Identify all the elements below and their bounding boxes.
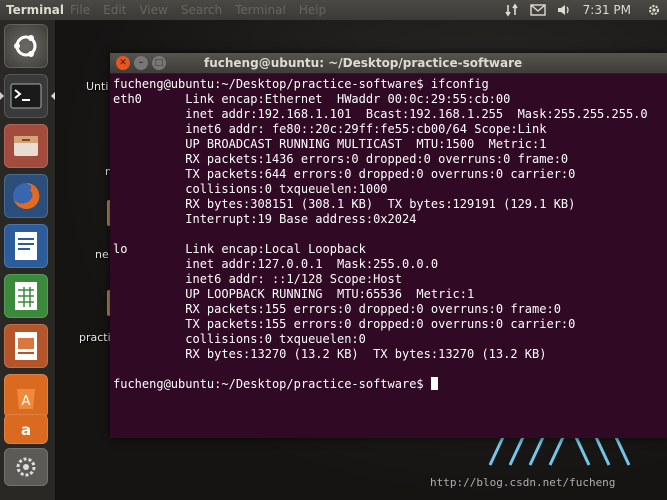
indicator-area: 7:31 PM: [499, 0, 667, 20]
terminal-line: lo Link encap:Local Loopback: [113, 242, 366, 256]
menu-file[interactable]: File: [70, 3, 90, 17]
mail-icon[interactable]: [525, 4, 551, 16]
terminal-output[interactable]: fucheng@ubuntu:~/Desktop/practice-softwa…: [110, 74, 667, 435]
svg-text:a: a: [21, 421, 31, 439]
terminal-line: fucheng@ubuntu:~/Desktop/practice-softwa…: [113, 77, 489, 91]
terminal-line: TX packets:155 errors:0 dropped:0 overru…: [113, 317, 576, 331]
window-title: fucheng@ubuntu: ~/Desktop/practice-softw…: [204, 56, 523, 70]
watermark: http://blog.csdn.net/fucheng: [430, 476, 616, 489]
terminal-line: inet6 addr: ::1/128 Scope:Host: [113, 272, 402, 286]
menu-view[interactable]: View: [139, 3, 167, 17]
terminal-line: UP LOOPBACK RUNNING MTU:65536 Metric:1: [113, 287, 475, 301]
terminal-icon[interactable]: [0, 74, 55, 118]
terminal-line: fucheng@ubuntu:~/Desktop/practice-softwa…: [113, 377, 667, 392]
top-panel: Terminal File Edit View Search Terminal …: [0, 0, 667, 20]
menu-edit[interactable]: Edit: [103, 3, 126, 17]
svg-text:A: A: [22, 394, 31, 409]
desktop-item-label[interactable]: Unti: [86, 80, 108, 93]
firefox-icon[interactable]: [4, 174, 48, 218]
terminal-line: inet6 addr: fe80::20c:29ff:fe55:cb00/64 …: [113, 122, 547, 136]
power-gear-icon[interactable]: [641, 3, 667, 17]
window-titlebar[interactable]: ✕ – □ fucheng@ubuntu: ~/Desktop/practice…: [110, 53, 667, 74]
window-controls: ✕ – □: [116, 56, 170, 70]
menu-terminal[interactable]: Terminal: [235, 3, 286, 17]
terminal-line: inet addr:127.0.0.1 Mask:255.0.0.0: [113, 257, 439, 271]
terminal-line: RX packets:1436 errors:0 dropped:0 overr…: [113, 152, 569, 166]
terminal-line: RX bytes:308151 (308.1 KB) TX bytes:1291…: [113, 197, 576, 211]
terminal-line: inet addr:192.168.1.101 Bcast:192.168.1.…: [113, 107, 648, 121]
terminal-line: UP BROADCAST RUNNING MULTICAST MTU:1500 …: [113, 137, 547, 151]
menu-bar: File Edit View Search Terminal Help: [70, 3, 339, 17]
terminal-line: eth0 Link encap:Ethernet HWaddr 00:0c:29…: [113, 92, 511, 106]
clock[interactable]: 7:31 PM: [583, 3, 631, 17]
terminal-line: collisions:0 txqueuelen:0: [113, 332, 366, 346]
minimize-icon[interactable]: –: [134, 56, 148, 70]
impress-icon[interactable]: [4, 324, 48, 368]
terminal-line: Interrupt:19 Base address:0x2024: [113, 212, 417, 226]
desktop-item-label[interactable]: practi: [79, 331, 111, 344]
maximize-icon[interactable]: □: [152, 56, 166, 70]
writer-icon[interactable]: [4, 224, 48, 268]
ubuntu-dash-icon[interactable]: [4, 24, 48, 68]
launcher: A a: [0, 20, 56, 500]
active-app-name: Terminal: [6, 3, 65, 17]
network-icon[interactable]: [499, 3, 525, 17]
terminal-line: RX packets:155 errors:0 dropped:0 overru…: [113, 302, 561, 316]
amazon-icon[interactable]: a: [4, 414, 48, 444]
volume-icon[interactable]: [551, 3, 577, 17]
terminal-window[interactable]: ✕ – □ fucheng@ubuntu: ~/Desktop/practice…: [110, 53, 667, 438]
desktop-item-label[interactable]: ne: [95, 248, 109, 261]
cursor: [430, 377, 438, 390]
files-icon[interactable]: [4, 124, 48, 168]
terminal-line: RX bytes:13270 (13.2 KB) TX bytes:13270 …: [113, 347, 547, 361]
software-center-icon[interactable]: A: [4, 374, 48, 418]
menu-search[interactable]: Search: [181, 3, 222, 17]
settings-icon[interactable]: [4, 448, 48, 486]
close-icon[interactable]: ✕: [116, 56, 130, 70]
terminal-line: TX packets:644 errors:0 dropped:0 overru…: [113, 167, 576, 181]
menu-help[interactable]: Help: [299, 3, 326, 17]
terminal-line: collisions:0 txqueuelen:1000: [113, 182, 388, 196]
calc-icon[interactable]: [4, 274, 48, 318]
